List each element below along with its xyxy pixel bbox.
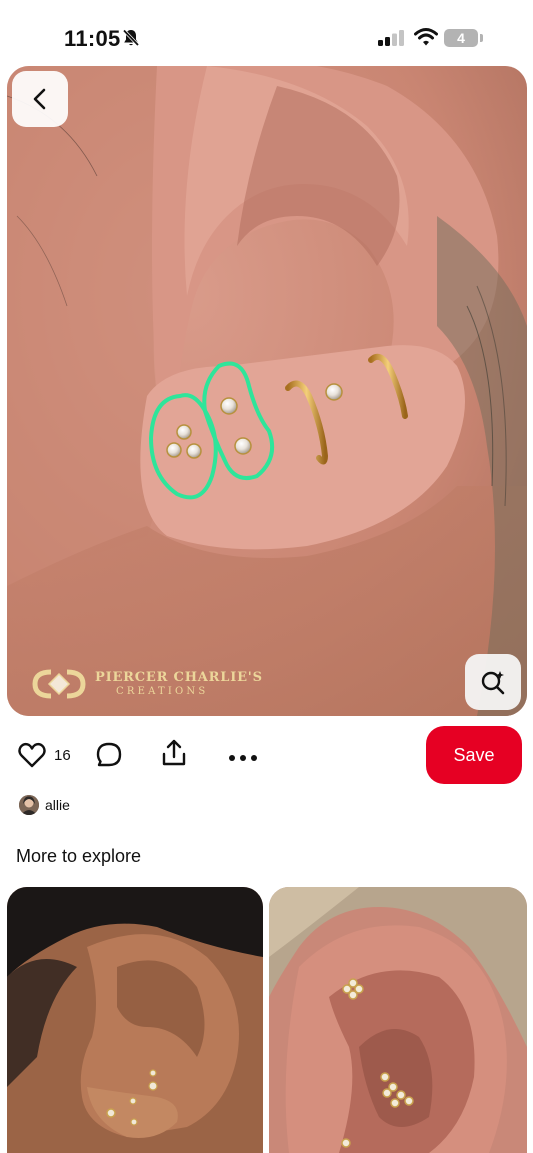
more-button[interactable] (228, 749, 258, 767)
ear-photo (7, 66, 527, 716)
status-time: 11:05 (64, 26, 121, 51)
comment-icon (96, 742, 122, 767)
pin-image[interactable]: PIERCER CHARLIE'S CREATIONS (7, 66, 527, 716)
share-button[interactable] (160, 738, 188, 773)
explore-pin-card[interactable] (269, 887, 527, 1153)
author-name: allie (45, 797, 70, 813)
pin-thumbnail (269, 887, 527, 1153)
comment-button[interactable] (95, 741, 123, 774)
stud-earring (325, 383, 343, 401)
section-title: More to explore (16, 846, 142, 866)
pin-thumbnail (7, 887, 263, 1153)
avatar (19, 795, 39, 815)
status-bar: 11:05 4 (0, 0, 533, 66)
chevron-left-icon (33, 88, 46, 110)
like-button[interactable] (18, 742, 46, 773)
visual-search-button[interactable] (465, 654, 521, 710)
save-button[interactable]: Save (426, 726, 522, 784)
like-count: 16 (54, 747, 71, 764)
visual-search-icon (481, 671, 505, 695)
explore-pin-card[interactable] (7, 887, 263, 1153)
share-icon (162, 739, 186, 766)
heart-icon (18, 742, 46, 768)
back-button[interactable] (12, 71, 68, 127)
stud-earring (220, 397, 238, 415)
more-icon (229, 755, 257, 761)
bell-slash-icon (121, 28, 141, 53)
pin-actions: 16 Save (0, 722, 533, 788)
battery-tip (480, 34, 483, 42)
brand-logo (32, 669, 86, 699)
stud-earring (234, 437, 252, 455)
wifi-icon (414, 27, 438, 52)
watermark-subtitle: CREATIONS (116, 686, 209, 697)
signal-icon (378, 30, 406, 51)
battery-icon: 4 (444, 29, 478, 47)
watermark-title: PIERCER CHARLIE'S (95, 670, 263, 685)
